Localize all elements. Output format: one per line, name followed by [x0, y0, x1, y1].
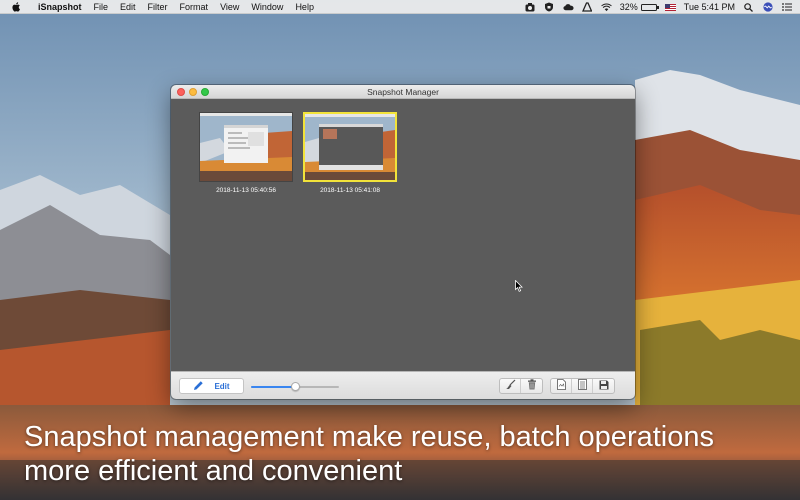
menu-list-icon[interactable]: [781, 2, 792, 12]
window-titlebar[interactable]: Snapshot Manager: [171, 85, 635, 99]
snapshot-thumbnail-selected[interactable]: [303, 112, 397, 182]
export-list-button[interactable]: [572, 379, 593, 393]
snapshot-item-selected[interactable]: 2018-11-13 05:41:08: [303, 112, 397, 194]
clipboard-icon[interactable]: [582, 2, 593, 12]
save-icon: [599, 379, 609, 393]
battery-indicator[interactable]: 32%: [619, 2, 659, 12]
zoom-slider-fill: [251, 386, 295, 388]
snapshot-item[interactable]: 2018-11-13 05:40:56: [199, 112, 293, 194]
camera-icon[interactable]: [525, 2, 536, 12]
menu-window[interactable]: Window: [251, 2, 283, 12]
snapshot-timestamp: 2018-11-13 05:41:08: [320, 187, 380, 194]
menu-clock[interactable]: Tue 5:41 PM: [684, 2, 735, 12]
clean-delete-group: [499, 378, 543, 394]
brush-icon: [505, 379, 516, 393]
status-area: 32% Tue 5:41 PM: [525, 0, 792, 14]
menu-app-name[interactable]: iSnapshot: [38, 2, 82, 12]
zoom-button[interactable]: [201, 88, 209, 96]
siri-icon[interactable]: [762, 2, 773, 12]
promo-caption-line-2: more efficient and convenient: [24, 455, 403, 487]
save-button[interactable]: [593, 379, 614, 393]
window-controls: [177, 88, 209, 96]
menu-help[interactable]: Help: [295, 2, 314, 12]
menu-bar: iSnapshot File Edit Filter Format View W…: [0, 0, 800, 14]
snapshot-manager-window: Snapshot Manager 2018-11-13 05:40:56 201…: [171, 85, 635, 399]
us-flag-icon[interactable]: [664, 3, 676, 11]
window-title: Snapshot Manager: [367, 86, 439, 97]
zoom-slider[interactable]: [251, 382, 339, 391]
edit-button[interactable]: Edit: [179, 378, 244, 394]
promo-caption-line-1: Snapshot management make reuse, batch op…: [24, 421, 714, 453]
minimize-button[interactable]: [189, 88, 197, 96]
edit-button-label: Edit: [214, 381, 230, 391]
apple-icon[interactable]: [12, 1, 24, 12]
clean-button[interactable]: [500, 379, 521, 393]
battery-icon: [640, 3, 659, 11]
promo-caption: Snapshot management make reuse, batch op…: [24, 420, 794, 488]
document-icon: [556, 379, 566, 393]
zoom-slider-knob[interactable]: [290, 382, 300, 391]
wifi-icon[interactable]: [600, 2, 612, 12]
menu-edit[interactable]: Edit: [120, 2, 136, 12]
menu-file[interactable]: File: [94, 2, 109, 12]
list-icon: [577, 379, 587, 393]
snapshot-timestamp: 2018-11-13 05:40:56: [216, 187, 276, 194]
trash-icon: [527, 379, 537, 393]
lock-shield-icon[interactable]: [544, 2, 555, 12]
search-icon[interactable]: [743, 2, 754, 12]
snapshot-grid: 2018-11-13 05:40:56 2018-11-13 05:41:08: [171, 100, 635, 371]
menu-format[interactable]: Format: [180, 2, 209, 12]
battery-percent: 32%: [619, 2, 638, 12]
close-button[interactable]: [177, 88, 185, 96]
menu-view[interactable]: View: [220, 2, 239, 12]
pencil-icon: [193, 380, 204, 393]
mouse-cursor-icon: [515, 280, 523, 292]
snapshot-thumbnail[interactable]: [199, 112, 293, 182]
export-group: [550, 378, 615, 394]
bottom-toolbar: Edit: [171, 371, 635, 399]
export-document-button[interactable]: [551, 379, 572, 393]
cloud-icon[interactable]: [563, 2, 574, 12]
delete-button[interactable]: [521, 379, 542, 393]
menu-filter[interactable]: Filter: [148, 2, 168, 12]
